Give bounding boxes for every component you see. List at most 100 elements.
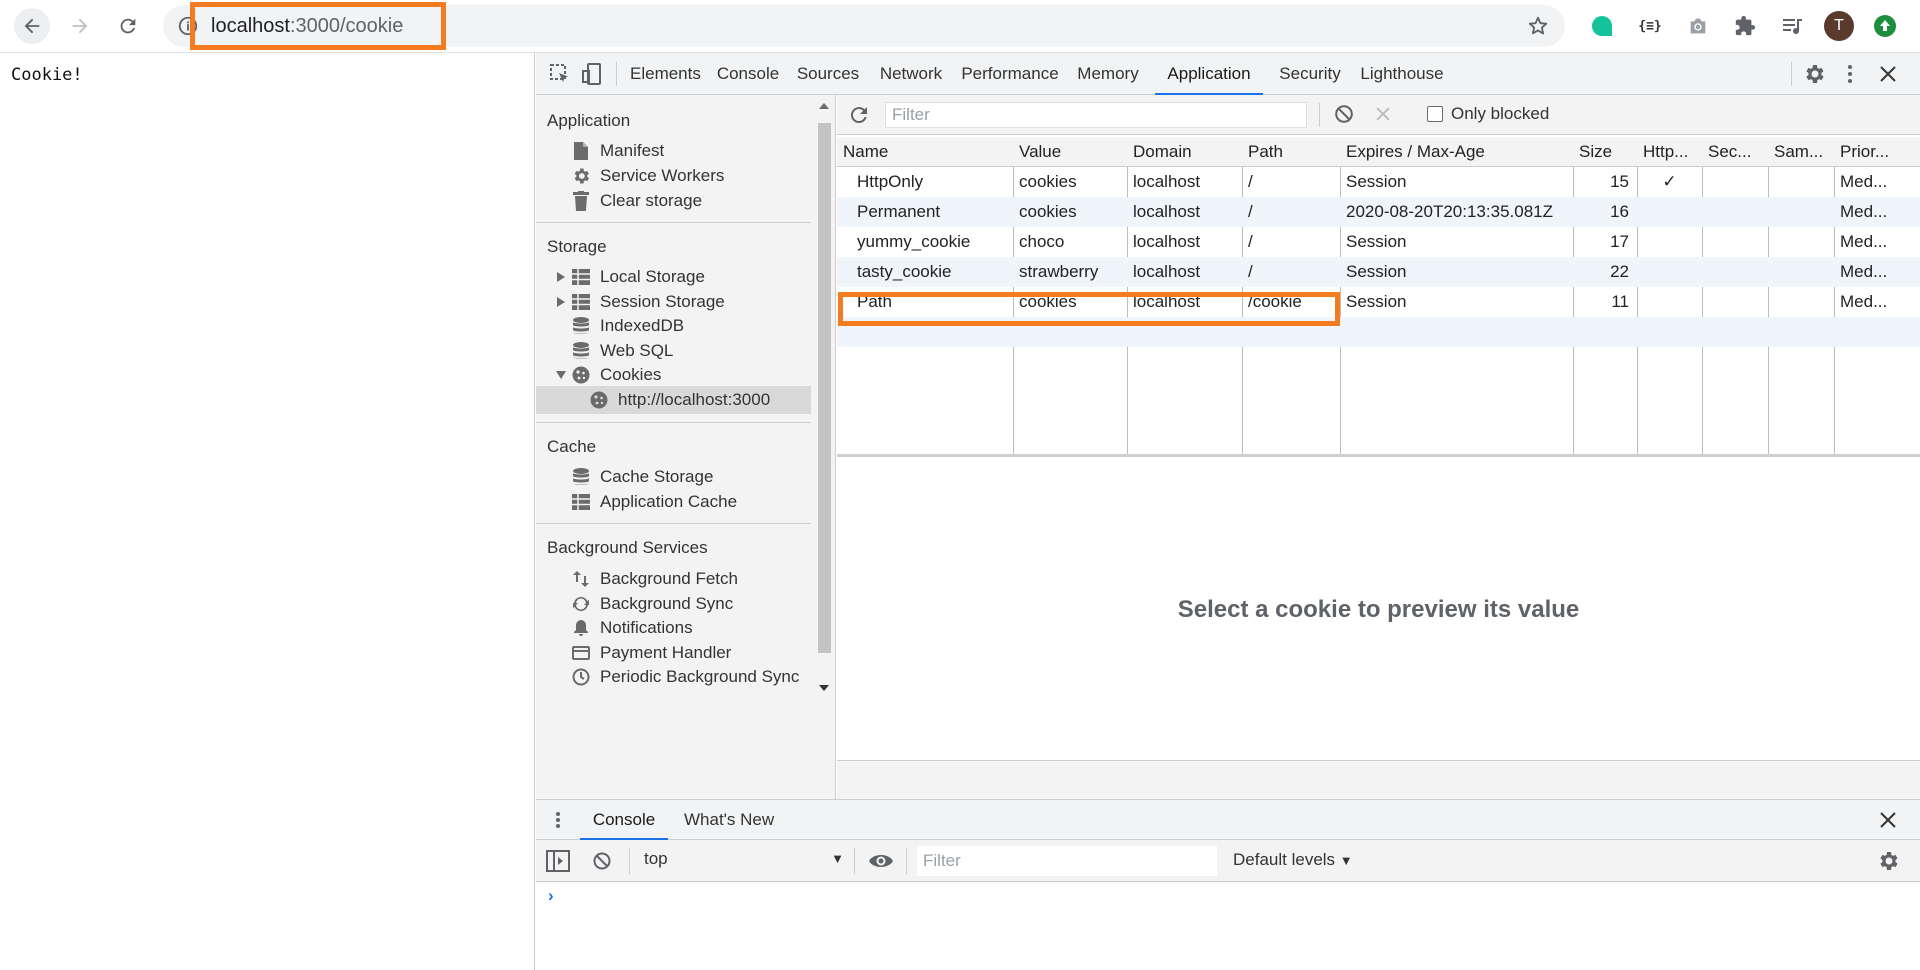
scroll-up-arrow-icon[interactable] <box>819 103 829 109</box>
sidebar-item-label: Periodic Background Sync <box>600 667 800 686</box>
sidebar-item-label: Background Fetch <box>600 569 738 588</box>
delete-selected-icon[interactable] <box>1373 104 1393 124</box>
device-toolbar-icon[interactable] <box>580 62 604 86</box>
cookie-preview-footer <box>837 760 1920 799</box>
column-header-value[interactable]: Value <box>1013 137 1127 167</box>
cell-name: Permanent <box>857 202 941 221</box>
cookie-row[interactable]: HttpOnly cookies localhost / Session 15 … <box>837 167 1920 197</box>
tab-lighthouse[interactable]: Lighthouse <box>1355 53 1449 95</box>
close-devtools-icon[interactable] <box>1876 62 1900 86</box>
only-blocked-label: Only blocked <box>1451 104 1550 123</box>
cookies-table: Name Value Domain Path Expires / Max-Age… <box>837 137 1920 457</box>
cell-domain: localhost <box>1133 172 1201 191</box>
settings-gear-icon[interactable] <box>1802 62 1826 86</box>
more-options-icon[interactable] <box>1838 62 1862 86</box>
column-header-samesite[interactable]: Sam... <box>1768 137 1834 167</box>
expand-arrow-icon[interactable] <box>554 297 568 307</box>
column-header-expires[interactable]: Expires / Max-Age <box>1340 137 1573 167</box>
reload-button[interactable] <box>110 8 146 44</box>
cell-httponly: ✓ <box>1662 172 1677 191</box>
collapse-arrow-icon[interactable] <box>554 371 568 379</box>
update-icon[interactable] <box>1871 12 1899 40</box>
tab-console[interactable]: Console <box>713 53 783 95</box>
column-header-priority[interactable]: Prior... <box>1834 137 1920 167</box>
console-prompt[interactable]: › <box>548 886 554 906</box>
console-settings-gear-icon[interactable] <box>1876 849 1900 873</box>
tab-application[interactable]: Application <box>1155 53 1263 95</box>
grid-icon <box>570 294 592 310</box>
tab-network[interactable]: Network <box>874 53 948 95</box>
document-icon <box>570 141 592 161</box>
live-expression-eye-icon[interactable] <box>868 850 894 872</box>
url-text[interactable]: localhost:3000/cookie <box>190 2 446 50</box>
cell-expires: Session <box>1346 232 1407 251</box>
execution-context-select[interactable]: top ▼ <box>644 849 844 873</box>
column-header-path[interactable]: Path <box>1242 137 1340 167</box>
drawer-tab-console[interactable]: Console <box>580 800 668 840</box>
toolbar-divider <box>1791 62 1792 86</box>
sidebar-item-cookies[interactable]: Cookies <box>536 361 811 389</box>
cookie-row[interactable]: Path cookies localhost /cookie Session 1… <box>837 287 1920 317</box>
close-drawer-icon[interactable] <box>1876 808 1900 832</box>
cell-path: /cookie <box>1248 292 1302 311</box>
console-sidebar-toggle-icon[interactable] <box>546 850 570 872</box>
sidebar-item-cache-storage[interactable]: Cache Storage <box>536 463 811 491</box>
sidebar-item-background-fetch[interactable]: Background Fetch <box>536 565 811 593</box>
cookie-row[interactable]: Permanent cookies localhost / 2020-08-20… <box>837 197 1920 227</box>
cookie-filter-input[interactable]: Filter <box>885 102 1307 128</box>
sidebar-item-application-cache[interactable]: Application Cache <box>536 488 811 516</box>
sidebar-item-indexeddb[interactable]: IndexedDB <box>536 312 811 340</box>
clear-console-icon[interactable] <box>592 851 612 871</box>
sidebar-item-cookie-origin[interactable]: http://localhost:3000 <box>536 386 811 414</box>
clear-all-icon[interactable] <box>1333 103 1355 125</box>
cell-name: yummy_cookie <box>857 232 971 251</box>
toolbar-divider <box>629 848 630 874</box>
sidebar-item-service-workers[interactable]: Service Workers <box>536 162 811 190</box>
drawer-menu-icon[interactable] <box>548 809 568 831</box>
back-button[interactable] <box>14 8 50 44</box>
column-header-size[interactable]: Size <box>1573 137 1637 167</box>
cell-expires: Session <box>1346 262 1407 281</box>
inspect-element-icon[interactable] <box>548 62 572 86</box>
json-viewer-extension-icon[interactable]: {≡} <box>1636 12 1664 40</box>
console-toolbar: top ▼ Filter Default levels ▼ <box>536 840 1920 882</box>
column-header-name[interactable]: Name <box>837 137 1013 167</box>
tab-elements[interactable]: Elements <box>630 53 701 95</box>
scroll-down-arrow-icon[interactable] <box>819 685 829 691</box>
context-value: top <box>644 849 668 868</box>
bookmark-star-icon[interactable] <box>1527 15 1549 37</box>
sidebar-item-clear-storage[interactable]: Clear storage <box>536 187 811 215</box>
sidebar-item-local-storage[interactable]: Local Storage <box>536 263 811 291</box>
sync-icon <box>570 595 592 613</box>
console-filter-input[interactable]: Filter <box>917 846 1217 876</box>
tab-security[interactable]: Security <box>1274 53 1346 95</box>
sidebar-item-label: Application Cache <box>600 492 738 511</box>
sidebar-item-manifest[interactable]: Manifest <box>536 137 811 165</box>
column-header-domain[interactable]: Domain <box>1127 137 1242 167</box>
column-header-httponly[interactable]: Http... <box>1637 137 1702 167</box>
tab-sources[interactable]: Sources <box>794 53 862 95</box>
sidebar-item-label: Cache Storage <box>600 467 714 486</box>
tab-memory[interactable]: Memory <box>1072 53 1144 95</box>
sidebar-item-notifications[interactable]: Notifications <box>536 614 811 642</box>
media-queue-icon[interactable] <box>1778 12 1806 40</box>
column-header-secure[interactable]: Sec... <box>1702 137 1768 167</box>
puzzle-extensions-icon[interactable] <box>1731 12 1759 40</box>
table-header: Name Value Domain Path Expires / Max-Age… <box>837 137 1920 167</box>
cookie-row[interactable]: yummy_cookie choco localhost / Session 1… <box>837 227 1920 257</box>
grammar-extension-icon[interactable] <box>1588 12 1616 40</box>
drawer-tab-whats-new[interactable]: What's New <box>684 800 774 840</box>
log-levels-dropdown[interactable]: Default levels ▼ <box>1233 850 1353 870</box>
expand-arrow-icon[interactable] <box>554 272 568 282</box>
tab-performance[interactable]: Performance <box>958 53 1062 95</box>
cookie-row[interactable]: tasty_cookie strawberry localhost / Sess… <box>837 257 1920 287</box>
only-blocked-checkbox[interactable]: Only blocked <box>1427 104 1549 124</box>
profile-avatar[interactable]: T <box>1823 10 1855 42</box>
forward-button[interactable] <box>62 8 98 44</box>
checkbox-box[interactable] <box>1427 106 1443 122</box>
scrollbar-thumb[interactable] <box>818 123 831 653</box>
sidebar-item-periodic-background-sync[interactable]: Periodic Background Sync <box>536 663 811 691</box>
sidebar-scrollbar[interactable] <box>812 95 835 799</box>
camera-extension-icon[interactable] <box>1684 12 1712 40</box>
refresh-icon[interactable] <box>847 103 871 127</box>
